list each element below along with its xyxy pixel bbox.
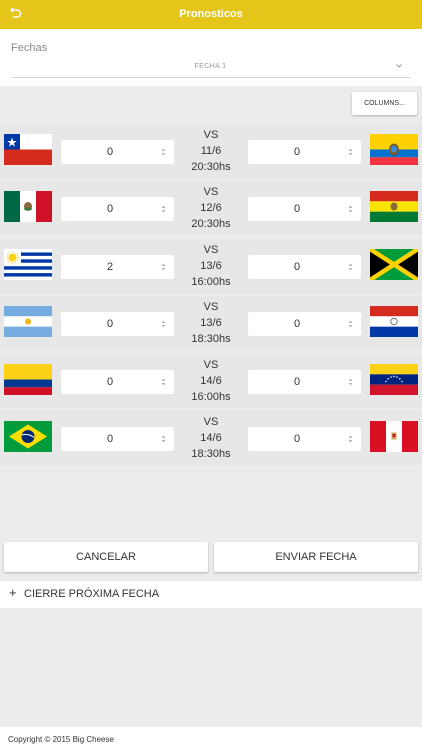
match-time: 20:30hs bbox=[191, 218, 231, 230]
home-score-input[interactable]: 0 bbox=[61, 427, 174, 451]
cierre-label: CIERRE PRÓXIMA FECHA bbox=[24, 588, 160, 600]
flag-venezuela-icon bbox=[370, 364, 418, 395]
match-time: 16:00hs bbox=[191, 391, 231, 403]
number-stepper-icon[interactable] bbox=[346, 320, 355, 328]
flag-peru-icon bbox=[370, 421, 418, 452]
match-time: 20:30hs bbox=[191, 161, 231, 173]
match-row: 0 VS 12/6 20:30hs 0 bbox=[0, 181, 422, 235]
away-score-input[interactable]: 0 bbox=[248, 197, 361, 221]
match-date: 14/6 bbox=[200, 432, 222, 444]
match-info: VS 13/6 18:30hs bbox=[178, 299, 244, 347]
number-stepper-icon[interactable] bbox=[346, 378, 355, 386]
away-score-input[interactable]: 0 bbox=[248, 370, 361, 394]
flag-brasil-icon bbox=[4, 421, 52, 452]
match-time: 18:30hs bbox=[191, 333, 231, 345]
away-score-input[interactable]: 0 bbox=[248, 140, 361, 164]
away-score-value: 0 bbox=[293, 318, 301, 330]
cierre-proxima-fecha-row[interactable]: + CIERRE PRÓXIMA FECHA bbox=[0, 581, 422, 608]
home-score-input[interactable]: 0 bbox=[61, 370, 174, 394]
flag-uruguay-icon bbox=[4, 249, 52, 280]
number-stepper-icon[interactable] bbox=[159, 378, 168, 386]
away-score-value: 0 bbox=[293, 433, 301, 445]
vs-label: VS bbox=[203, 244, 219, 256]
home-score-value: 0 bbox=[106, 146, 114, 158]
match-date: 13/6 bbox=[200, 260, 222, 272]
number-stepper-icon[interactable] bbox=[159, 263, 168, 271]
flag-chile-icon bbox=[4, 134, 52, 165]
match-date: 12/6 bbox=[200, 202, 222, 214]
columns-button[interactable]: COLUMNS... bbox=[352, 92, 417, 115]
home-score-value: 0 bbox=[106, 376, 114, 388]
away-score-input[interactable]: 0 bbox=[248, 312, 361, 336]
number-stepper-icon[interactable] bbox=[159, 435, 168, 443]
footer: Copyright © 2015 Big Cheese bbox=[0, 727, 422, 750]
match-info: VS 12/6 20:30hs bbox=[178, 184, 244, 232]
flag-bolivia-icon bbox=[370, 191, 418, 222]
match-row: 0 VS 11/6 20:30hs 0 bbox=[0, 124, 422, 178]
away-score-value: 0 bbox=[293, 203, 301, 215]
vs-label: VS bbox=[203, 129, 219, 141]
vs-label: VS bbox=[203, 301, 219, 313]
vs-label: VS bbox=[203, 359, 219, 371]
match-info: VS 14/6 16:00hs bbox=[178, 357, 244, 405]
home-score-input[interactable]: 0 bbox=[61, 140, 174, 164]
match-info: VS 13/6 16:00hs bbox=[178, 242, 244, 290]
match-date: 14/6 bbox=[200, 375, 222, 387]
flag-colombia-icon bbox=[4, 364, 52, 395]
match-info: VS 11/6 20:30hs bbox=[178, 127, 244, 175]
copyright-text: Copyright © 2015 Big Cheese bbox=[8, 735, 114, 744]
send-fecha-button[interactable]: ENVIAR FECHA bbox=[214, 542, 418, 572]
fecha-selected-value: FECHA 1 bbox=[194, 63, 227, 70]
cancel-button[interactable]: CANCELAR bbox=[4, 542, 208, 572]
match-row: 0 VS 14/6 16:00hs 0 bbox=[0, 354, 422, 408]
flag-argentina-icon bbox=[4, 306, 52, 337]
number-stepper-icon[interactable] bbox=[346, 205, 355, 213]
plus-icon: + bbox=[9, 585, 17, 600]
away-score-value: 0 bbox=[293, 376, 301, 388]
number-stepper-icon[interactable] bbox=[346, 263, 355, 271]
number-stepper-icon[interactable] bbox=[159, 205, 168, 213]
app-header: Pronosticos bbox=[0, 0, 422, 29]
match-info: VS 14/6 18:30hs bbox=[178, 414, 244, 462]
vs-label: VS bbox=[203, 186, 219, 198]
home-score-value: 2 bbox=[106, 261, 114, 273]
vs-label: VS bbox=[203, 416, 219, 428]
fechas-label: Fechas bbox=[11, 42, 48, 54]
away-score-input[interactable]: 0 bbox=[248, 427, 361, 451]
page-title: Pronosticos bbox=[179, 8, 243, 20]
flag-ecuador-icon bbox=[370, 134, 418, 165]
flag-jamaica-icon bbox=[370, 249, 418, 280]
match-time: 16:00hs bbox=[191, 276, 231, 288]
number-stepper-icon[interactable] bbox=[159, 320, 168, 328]
home-score-value: 0 bbox=[106, 318, 114, 330]
flag-paraguay-icon bbox=[370, 306, 418, 337]
away-score-input[interactable]: 0 bbox=[248, 255, 361, 279]
home-score-input[interactable]: 0 bbox=[61, 312, 174, 336]
match-date: 13/6 bbox=[200, 317, 222, 329]
home-score-value: 0 bbox=[106, 203, 114, 215]
match-time: 18:30hs bbox=[191, 448, 231, 460]
fechas-panel: Fechas FECHA 1 bbox=[0, 29, 422, 86]
home-score-input[interactable]: 2 bbox=[61, 255, 174, 279]
away-score-value: 0 bbox=[293, 146, 301, 158]
number-stepper-icon[interactable] bbox=[159, 148, 168, 156]
fecha-dropdown[interactable]: FECHA 1 bbox=[11, 60, 410, 78]
home-score-value: 0 bbox=[106, 433, 114, 445]
away-score-value: 0 bbox=[293, 261, 301, 273]
number-stepper-icon[interactable] bbox=[346, 148, 355, 156]
home-score-input[interactable]: 0 bbox=[61, 197, 174, 221]
match-row: 0 VS 13/6 18:30hs 0 bbox=[0, 296, 422, 350]
flag-mexico-icon bbox=[4, 191, 52, 222]
match-row: 2 VS 13/6 16:00hs 0 bbox=[0, 239, 422, 293]
match-date: 11/6 bbox=[200, 145, 222, 157]
number-stepper-icon[interactable] bbox=[346, 435, 355, 443]
match-row: 0 VS 14/6 18:30hs 0 bbox=[0, 411, 422, 465]
chevron-down-icon bbox=[396, 64, 402, 68]
